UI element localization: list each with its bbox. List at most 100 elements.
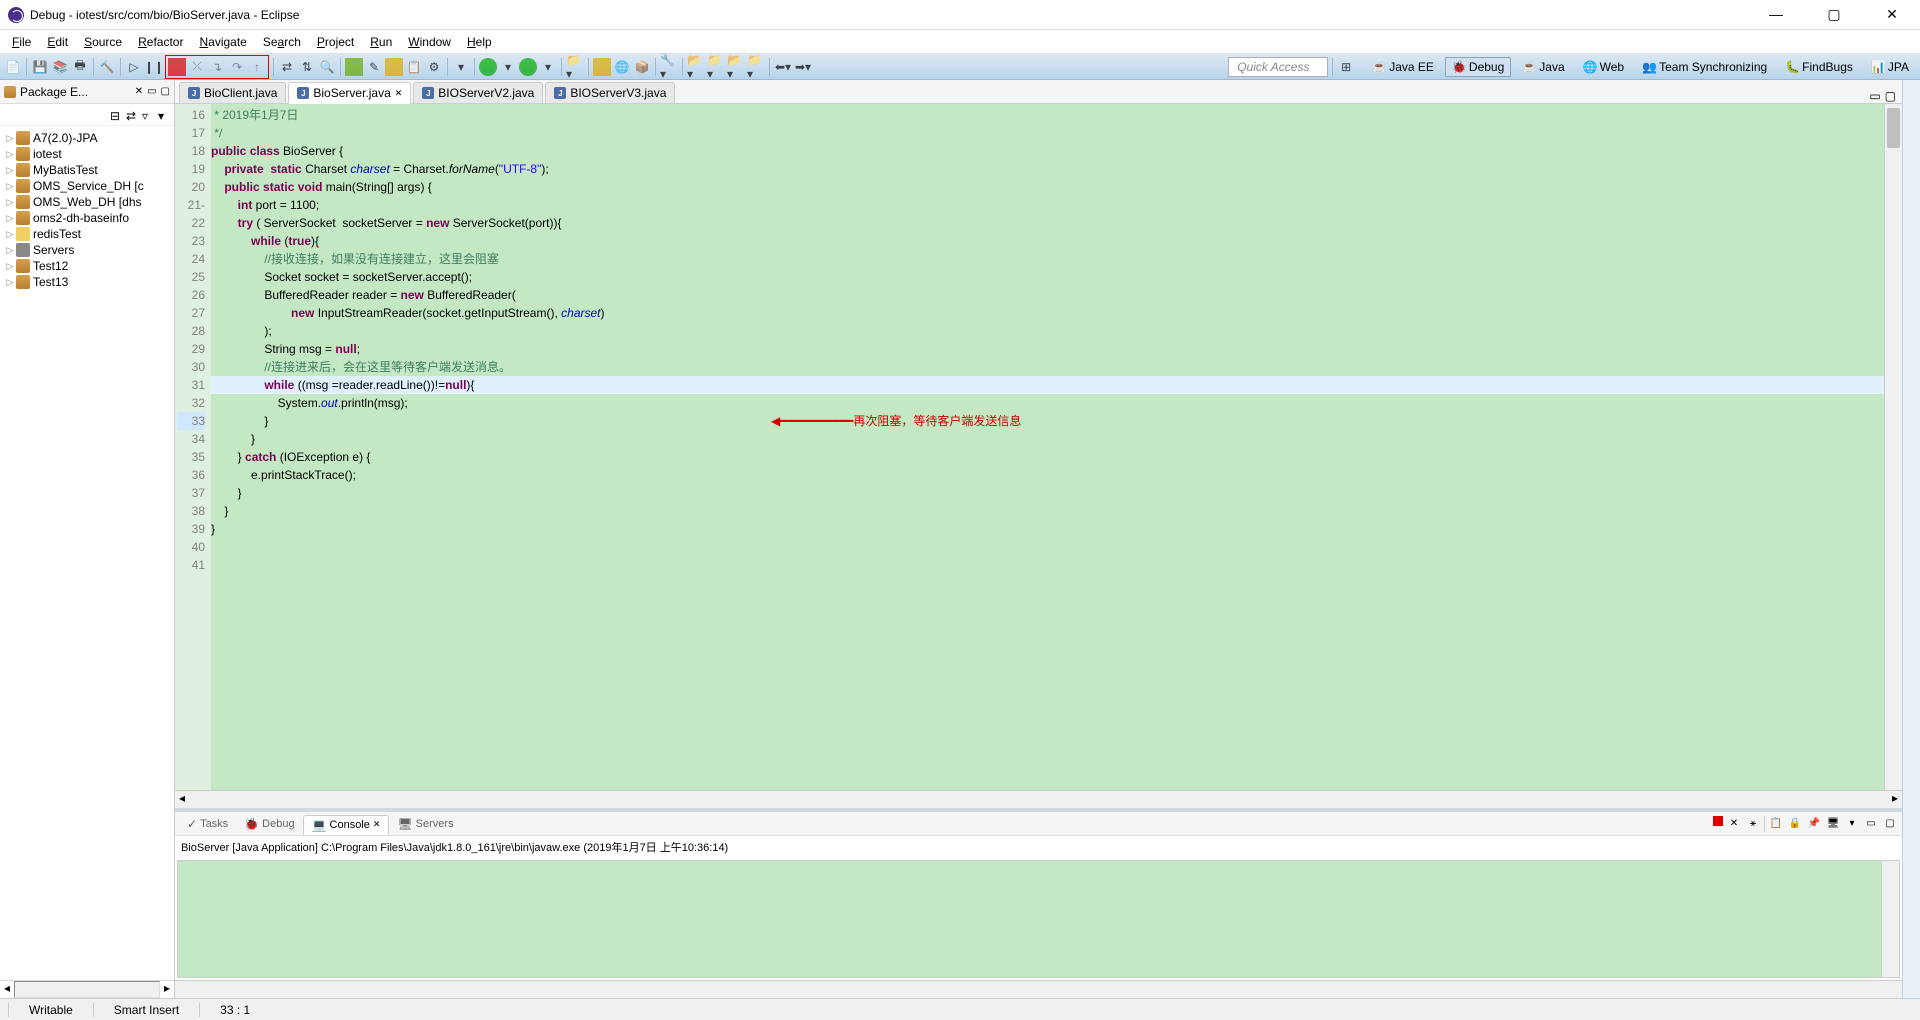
project-redisTest[interactable]: ▷redisTest (2, 226, 172, 242)
tool-icon[interactable]: 🌐 (613, 58, 631, 76)
debug-suspend-icon[interactable]: ❙❙ (145, 58, 163, 76)
console-output[interactable] (177, 860, 1900, 978)
console-tab-tasks[interactable]: ✓Tasks (179, 815, 236, 833)
view-max-icon[interactable]: ▢ (161, 86, 170, 97)
display-icon[interactable]: 🖥 (1825, 816, 1841, 832)
debug-icon[interactable] (345, 58, 363, 76)
dropdown-icon[interactable]: ▾ (539, 58, 557, 76)
project-Test12[interactable]: ▷Test12 (2, 258, 172, 274)
maximize-button[interactable]: ▢ (1814, 6, 1854, 23)
link-editor-icon[interactable]: ⇄ (126, 109, 138, 121)
menu-refactor[interactable]: Refactor (132, 33, 189, 51)
perspective-web[interactable]: 🌐Web (1576, 57, 1631, 77)
console-scrollbar[interactable] (1881, 861, 1899, 977)
console-tab-servers[interactable]: 🖥Servers (389, 815, 461, 833)
editor-tab[interactable]: JBioClient.java (179, 82, 286, 103)
tool-icon[interactable]: 📋 (405, 58, 423, 76)
new-icon[interactable]: 📄 (4, 58, 22, 76)
console-tab-debug[interactable]: 🐞Debug (236, 815, 302, 833)
quick-access-input[interactable]: Quick Access (1228, 57, 1328, 77)
perspective-switcher-icon[interactable]: ⊞ (1337, 58, 1355, 76)
editor-tab[interactable]: JBIOServerV2.java (413, 82, 543, 103)
build-icon[interactable]: 🔨 (98, 58, 116, 76)
source-code[interactable]: * 2019年1月7日 */public class BioServer { p… (211, 104, 1884, 790)
tool-icon[interactable]: 📁▾ (566, 58, 584, 76)
project-OMS_Service_DH[interactable]: ▷OMS_Service_DH [c (2, 178, 172, 194)
pin-icon[interactable]: 📌 (1806, 816, 1822, 832)
run-icon[interactable] (479, 58, 497, 76)
remove-all-icon[interactable]: ⚹ (1745, 816, 1761, 832)
close-button[interactable]: ✕ (1872, 6, 1912, 23)
menu-source[interactable]: Source (78, 33, 128, 51)
scroll-lock-icon[interactable]: 🔒 (1787, 816, 1803, 832)
editor-tab[interactable]: JBioServer.java ✕ (288, 82, 411, 104)
save-all-icon[interactable]: 📚 (51, 58, 69, 76)
debug-resume-icon[interactable]: ▷ (125, 58, 143, 76)
collapse-all-icon[interactable]: ⊟ (110, 109, 122, 121)
terminate-icon[interactable] (168, 58, 186, 76)
project-iotest[interactable]: ▷iotest (2, 146, 172, 162)
scroll-right-icon[interactable]: ▸ (160, 981, 174, 998)
menu-search[interactable]: Search (257, 33, 307, 51)
view-min-icon[interactable]: ▭ (147, 86, 156, 97)
disconnect-icon[interactable]: ⤫ (188, 58, 206, 76)
tool-icon[interactable] (385, 58, 403, 76)
tool-icon[interactable]: ▾ (452, 58, 470, 76)
editor-tab[interactable]: JBIOServerV3.java (545, 82, 675, 103)
tool-icon[interactable]: 📂▾ (687, 58, 705, 76)
clear-icon[interactable]: 📋 (1768, 816, 1784, 832)
editor-h-scroll[interactable]: ◂▸ (175, 790, 1902, 808)
run-config-icon[interactable] (519, 58, 537, 76)
tool-icon[interactable]: 📁▾ (707, 58, 725, 76)
remove-icon[interactable]: ✕ (1726, 816, 1742, 832)
back-icon[interactable]: ⬅▾ (774, 58, 792, 76)
max-icon[interactable]: ▢ (1882, 816, 1898, 832)
menu-navigate[interactable]: Navigate (193, 33, 252, 51)
menu-edit[interactable]: Edit (41, 33, 74, 51)
tool-icon[interactable]: 📂▾ (727, 58, 745, 76)
menu-project[interactable]: Project (311, 33, 360, 51)
menu-run[interactable]: Run (364, 33, 398, 51)
scroll-left-icon[interactable]: ◂ (0, 981, 14, 998)
code-editor[interactable]: 161718192021-222324252627282930313233343… (175, 104, 1902, 790)
dropdown-icon[interactable]: ▾ (499, 58, 517, 76)
tool-icon[interactable]: 📁▾ (747, 58, 765, 76)
tool-icon[interactable]: ⚙ (425, 58, 443, 76)
menu-window[interactable]: Window (402, 33, 457, 51)
print-icon[interactable]: 🖶 (71, 58, 89, 76)
project-Servers[interactable]: ▷Servers (2, 242, 172, 258)
h-scrollbar[interactable] (14, 981, 160, 998)
tool-icon[interactable] (593, 58, 611, 76)
project-A7[interactable]: ▷A7(2.0)-JPA (2, 130, 172, 146)
perspective-team[interactable]: 👥Team Synchronizing (1635, 57, 1774, 77)
menu-icon[interactable]: ▾ (158, 109, 170, 121)
console-h-scroll[interactable] (175, 980, 1902, 998)
filter-icon[interactable]: ▿ (142, 109, 154, 121)
tool-icon[interactable]: 🔧▾ (660, 58, 678, 76)
project-MyBatisTest[interactable]: ▷MyBatisTest (2, 162, 172, 178)
project-oms2[interactable]: ▷oms2-dh-baseinfo (2, 210, 172, 226)
step-over-icon[interactable]: ↷ (228, 58, 246, 76)
step-into-icon[interactable]: ↴ (208, 58, 226, 76)
console-tab-console[interactable]: 💻Console ✕ (303, 815, 390, 835)
step-return-icon[interactable]: ↑ (248, 58, 266, 76)
perspective-debug[interactable]: 🐞Debug (1445, 57, 1511, 77)
tool-icon[interactable]: 📦 (633, 58, 651, 76)
tool-icon[interactable]: ⇅ (298, 58, 316, 76)
minimize-button[interactable]: — (1756, 6, 1796, 23)
menu-help[interactable]: Help (461, 33, 498, 51)
perspective-java[interactable]: ☕Java (1515, 57, 1571, 77)
minimize-icon[interactable]: ▭ (1869, 89, 1880, 103)
v-scrollbar[interactable] (1884, 104, 1902, 790)
maximize-icon[interactable]: ▢ (1885, 89, 1896, 103)
forward-icon[interactable]: ➡▾ (794, 58, 812, 76)
menu-file[interactable]: File (6, 33, 37, 51)
perspective-jpa[interactable]: 📊JPA (1864, 57, 1916, 77)
tool-icon[interactable]: ⇄ (278, 58, 296, 76)
open-console-icon[interactable]: ▾ (1844, 816, 1860, 832)
min-icon[interactable]: ▭ (1863, 816, 1879, 832)
pencil-icon[interactable]: ✎ (365, 58, 383, 76)
perspective-findbugs[interactable]: 🐛FindBugs (1778, 57, 1860, 77)
project-Test13[interactable]: ▷Test13 (2, 274, 172, 290)
project-OMS_Web_DH[interactable]: ▷OMS_Web_DH [dhs (2, 194, 172, 210)
